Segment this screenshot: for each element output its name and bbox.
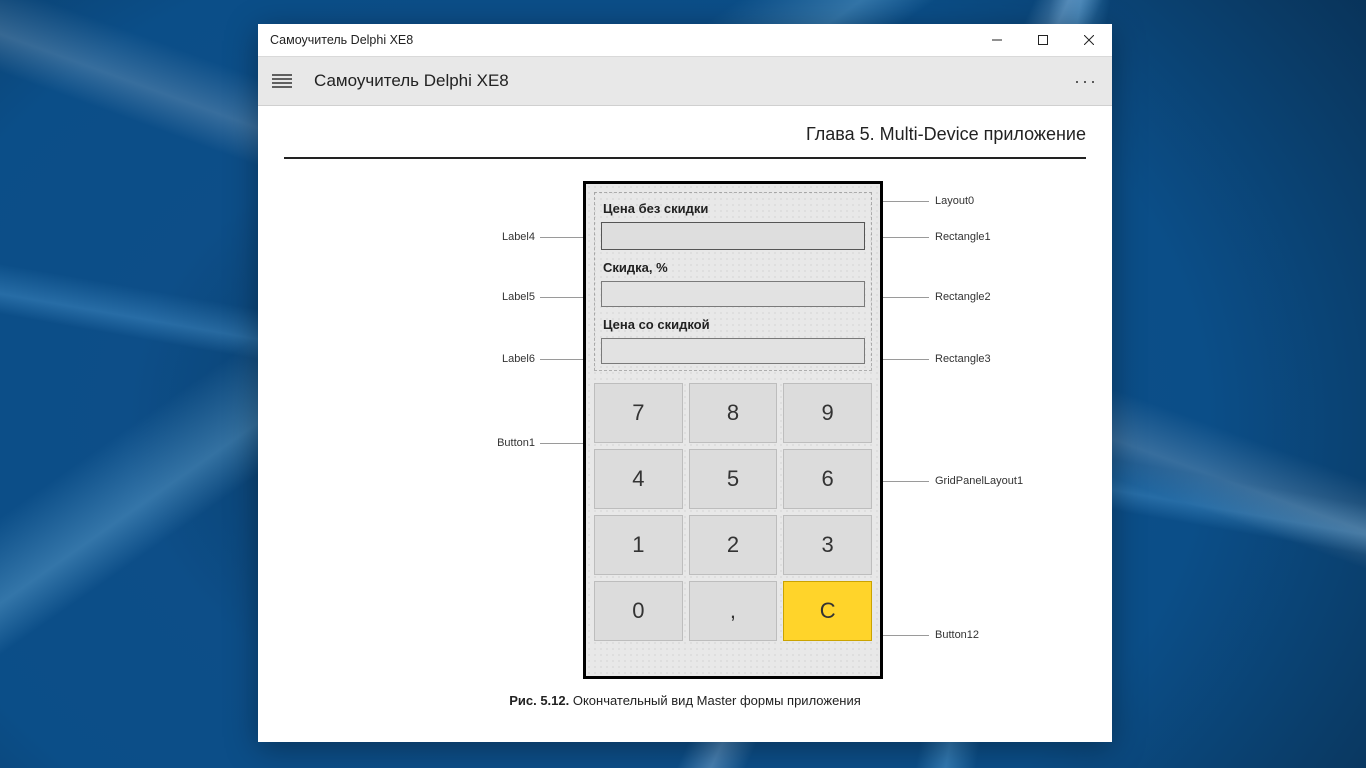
keypad-button-clear[interactable]: C xyxy=(783,581,872,641)
keypad-button-9[interactable]: 9 xyxy=(783,383,872,443)
window-controls xyxy=(974,24,1112,55)
leader-line xyxy=(883,201,929,202)
rectangle3 xyxy=(601,338,865,364)
callout-label5: Label5 xyxy=(475,291,535,303)
app-window: Самоучитель Delphi XE8 Самоучитель Delph… xyxy=(258,24,1112,742)
keypad-button-comma[interactable]: , xyxy=(689,581,778,641)
keypad-button-3[interactable]: 3 xyxy=(783,515,872,575)
maximize-button[interactable] xyxy=(1020,24,1066,55)
callout-rectangle3: Rectangle3 xyxy=(935,353,991,365)
label-price-with-discount: Цена со скидкой xyxy=(603,317,863,332)
keypad-button-0[interactable]: 0 xyxy=(594,581,683,641)
leader-line xyxy=(883,237,929,238)
figure-caption: Рис. 5.12. Окончательный вид Master форм… xyxy=(509,693,861,708)
leader-line xyxy=(540,297,584,298)
callout-gridpanel: GridPanelLayout1 xyxy=(935,475,1023,487)
callout-rectangle2: Rectangle2 xyxy=(935,291,991,303)
titlebar: Самоучитель Delphi XE8 xyxy=(258,24,1112,56)
leader-line xyxy=(883,481,929,482)
maximize-icon xyxy=(1038,35,1048,45)
field-group: Скидка, % xyxy=(601,260,865,307)
grid-panel-layout: 7 8 9 4 5 6 1 2 3 0 , C xyxy=(594,383,872,641)
callout-label4: Label4 xyxy=(475,231,535,243)
keypad-button-8[interactable]: 8 xyxy=(689,383,778,443)
rectangle2 xyxy=(601,281,865,307)
callout-button1: Button1 xyxy=(475,437,535,449)
field-group: Цена без скидки xyxy=(601,201,865,250)
callout-layout0: Layout0 xyxy=(935,195,974,207)
keypad-button-1[interactable]: 1 xyxy=(594,515,683,575)
keypad-button-7[interactable]: 7 xyxy=(594,383,683,443)
keypad-button-6[interactable]: 6 xyxy=(783,449,872,509)
figure-diagram: Label4 Label5 Label6 Button1 Layout0 Rec… xyxy=(355,181,1015,679)
layout0-container: Цена без скидки Скидка, % Цена со скидко… xyxy=(594,192,872,371)
leader-line xyxy=(540,237,584,238)
chapter-header: Глава 5. Multi-Device приложение xyxy=(284,118,1086,159)
callout-label6: Label6 xyxy=(475,353,535,365)
content-area: Глава 5. Multi-Device приложение Label4 … xyxy=(258,106,1112,742)
callout-rectangle1: Rectangle1 xyxy=(935,231,991,243)
callout-button12: Button12 xyxy=(935,629,979,641)
minimize-icon xyxy=(992,35,1002,45)
leader-line xyxy=(883,635,929,636)
minimize-button[interactable] xyxy=(974,24,1020,55)
rectangle1 xyxy=(601,222,865,250)
figure-caption-number: Рис. 5.12. xyxy=(509,693,569,708)
chapter-title: Глава 5. Multi-Device приложение xyxy=(806,124,1086,145)
close-icon xyxy=(1084,35,1094,45)
leader-line xyxy=(883,359,929,360)
figure: Label4 Label5 Label6 Button1 Layout0 Rec… xyxy=(284,175,1086,726)
leader-line xyxy=(540,359,584,360)
keypad-button-4[interactable]: 4 xyxy=(594,449,683,509)
toolbar-title: Самоучитель Delphi XE8 xyxy=(314,71,509,91)
field-group: Цена со скидкой xyxy=(601,317,865,364)
leader-line xyxy=(540,443,584,444)
more-button[interactable]: ··· xyxy=(1074,71,1102,92)
app-toolbar: Самоучитель Delphi XE8 ··· xyxy=(258,56,1112,106)
label-discount-pct: Скидка, % xyxy=(603,260,863,275)
form-designer: Цена без скидки Скидка, % Цена со скидко… xyxy=(583,181,883,679)
leader-line xyxy=(883,297,929,298)
menu-button[interactable] xyxy=(268,67,296,95)
menu-icon xyxy=(272,74,292,88)
window-title: Самоучитель Delphi XE8 xyxy=(270,33,413,47)
close-button[interactable] xyxy=(1066,24,1112,55)
keypad-button-5[interactable]: 5 xyxy=(689,449,778,509)
figure-caption-text: Окончательный вид Master формы приложени… xyxy=(569,693,861,708)
keypad-button-2[interactable]: 2 xyxy=(689,515,778,575)
label-price-no-discount: Цена без скидки xyxy=(603,201,863,216)
